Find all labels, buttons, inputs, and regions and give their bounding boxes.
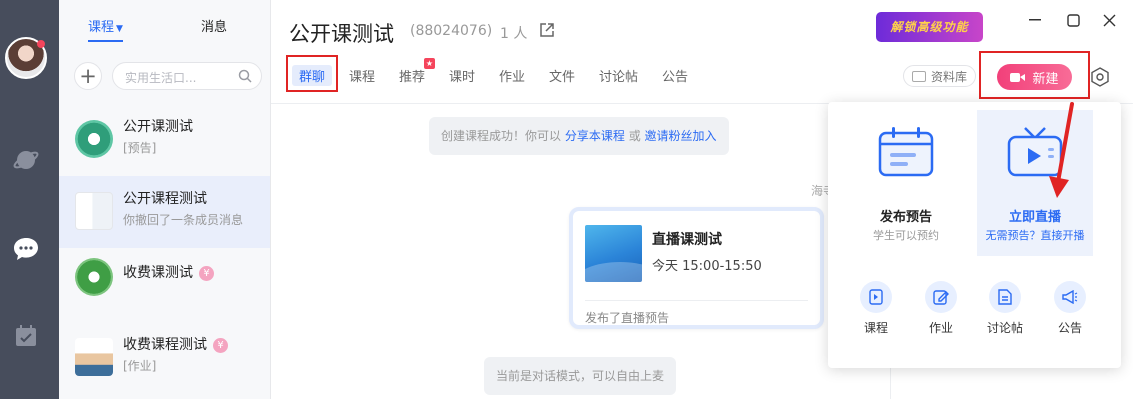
library-button[interactable]: 资料库 — [903, 65, 976, 87]
list-item[interactable]: 收费课程测试 ¥ [作业] — [59, 322, 270, 394]
course-thumbnail — [75, 338, 113, 376]
close-icon[interactable] — [1098, 9, 1120, 31]
left-rail — [0, 0, 59, 399]
list-item-title: 收费课程测试 ¥ — [123, 334, 228, 354]
new-discussion-item[interactable]: 讨论帖 — [980, 281, 1030, 337]
avatar[interactable] — [5, 37, 47, 79]
plus-icon: + — [79, 64, 97, 88]
list-item-subtitle: [作业] — [123, 359, 157, 373]
course-thumbnail — [75, 258, 113, 296]
maximize-icon[interactable] — [1062, 9, 1084, 31]
new-discussion-label: 讨论帖 — [986, 321, 1023, 335]
paid-tag-icon: ¥ — [213, 338, 228, 353]
go-live-option[interactable]: 立即直播 无需预告？直接开播 — [977, 110, 1093, 256]
list-item-title: 收费课测试 ¥ — [123, 262, 214, 282]
new-announcement-item[interactable]: 公告 — [1045, 281, 1095, 337]
tab-announcement[interactable]: 公告 — [662, 66, 688, 85]
mode-message: 当前是对话模式，可以自由上麦 — [484, 357, 677, 395]
invite-fans-link[interactable]: 邀请粉丝加入 — [645, 129, 717, 143]
new-course-label: 课程 — [863, 321, 888, 335]
external-link-icon[interactable] — [539, 22, 555, 38]
highlight-box-new — [979, 51, 1090, 99]
unlock-premium-banner[interactable]: 解锁高级功能 — [876, 12, 983, 42]
discussion-doc-icon — [989, 281, 1021, 313]
list-item-title: 公开课测试 — [123, 119, 193, 135]
live-preview-card[interactable]: 直播课测试 今天 15:00-15:50 发布了直播预告 — [569, 207, 824, 329]
highlight-box-tab — [286, 55, 338, 92]
course-list-panel: 课程 ▼ 消息 + 实用生活口... 公开课测试 [预告] 公开课程测试 你撤回了… — [59, 0, 271, 399]
search-icon — [238, 69, 252, 83]
share-course-link[interactable]: 分享本课程 — [565, 129, 625, 143]
list-item-selected[interactable]: 公开课程测试 你撤回了一条成员消息 — [59, 176, 270, 248]
new-course-item[interactable]: 课程 — [851, 281, 901, 337]
library-label: 资料库 — [930, 69, 967, 84]
go-live-title: 立即直播 — [1008, 210, 1061, 225]
live-time: 今天 15:00-15:50 — [652, 259, 762, 274]
system-message: 创建课程成功！你可以 分享本课程 或 邀请粉丝加入 — [429, 117, 729, 155]
list-item-subtitle: 你撤回了一条成员消息 — [123, 213, 244, 227]
add-button[interactable]: + — [74, 62, 102, 90]
homework-edit-icon — [925, 281, 957, 313]
publish-preview-option[interactable]: 发布预告 学生可以预约 — [848, 110, 964, 256]
course-id: (88024076) — [410, 23, 493, 39]
tab-discussion[interactable]: 讨论帖 — [599, 66, 638, 85]
list-item[interactable]: 收费课测试 ¥ — [59, 242, 270, 314]
course-thumbnail — [75, 120, 113, 158]
planet-icon[interactable] — [12, 146, 40, 174]
chat-icon[interactable] — [12, 235, 40, 263]
tab-courses[interactable]: 课程 ▼ — [88, 16, 123, 42]
folder-icon — [911, 70, 926, 82]
live-cover-image — [585, 225, 642, 282]
course-thumbnail — [75, 192, 113, 230]
publish-preview-subtitle: 学生可以预约 — [873, 229, 939, 242]
tv-live-icon — [1007, 127, 1063, 177]
settings-hexagon-icon[interactable] — [1089, 66, 1111, 88]
app-window: 课程 ▼ 消息 + 实用生活口... 公开课测试 [预告] 公开课程测试 你撤回了… — [0, 0, 1133, 399]
tab-homework[interactable]: 作业 — [499, 66, 525, 85]
notification-dot — [37, 40, 45, 48]
publish-preview-title: 发布预告 — [879, 210, 932, 225]
tab-recommend[interactable]: 推荐 — [399, 66, 425, 85]
new-announcement-label: 公告 — [1057, 321, 1082, 335]
list-item-title: 公开课程测试 — [123, 191, 207, 207]
paid-tag-icon: ¥ — [199, 266, 214, 281]
new-homework-label: 作业 — [928, 321, 953, 335]
minimize-icon[interactable] — [1024, 9, 1046, 31]
live-title: 直播课测试 — [652, 232, 722, 248]
card-divider — [585, 300, 808, 301]
course-doc-icon — [860, 281, 892, 313]
star-badge-icon: ★ — [424, 58, 435, 69]
calendar-icon[interactable] — [12, 322, 40, 350]
search-placeholder: 实用生活口... — [125, 71, 197, 85]
list-item-subtitle: [预告] — [123, 141, 157, 155]
tab-messages[interactable]: 消息 — [201, 16, 227, 35]
list-item[interactable]: 公开课测试 [预告] — [59, 104, 270, 176]
search-input[interactable]: 实用生活口... — [112, 62, 262, 90]
member-count[interactable]: 1 人 — [500, 23, 527, 43]
new-menu-popup: 发布预告 学生可以预约 立即直播 无需预告？直接开播 课程 作业 讨论帖 公告 — [828, 102, 1121, 368]
megaphone-icon — [1054, 281, 1086, 313]
go-live-subtitle: 无需预告？直接开播 — [985, 229, 1085, 242]
tab-course[interactable]: 课程 — [349, 66, 375, 85]
page-title: 公开课测试 — [289, 22, 394, 46]
chevron-down-icon: ▼ — [116, 24, 123, 34]
card-footer: 发布了直播预告 — [585, 311, 670, 325]
calendar-preview-icon — [878, 127, 934, 177]
new-homework-item[interactable]: 作业 — [916, 281, 966, 337]
tab-lessons[interactable]: 课时 — [449, 66, 475, 85]
tab-files[interactable]: 文件 — [549, 66, 575, 85]
